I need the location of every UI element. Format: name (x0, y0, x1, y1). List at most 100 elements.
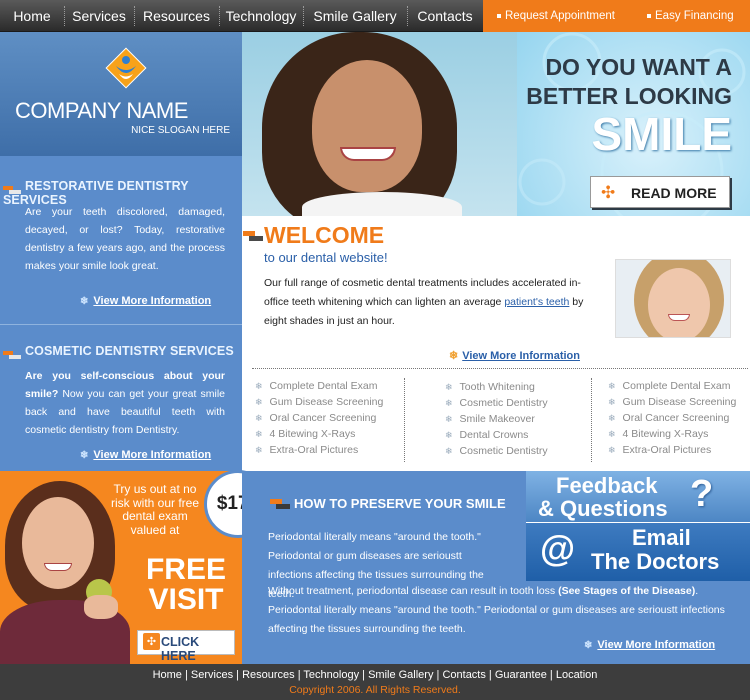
snowflake-bullet-icon: ❄ (255, 397, 263, 407)
click-here-button[interactable]: ✣ CLICK HERE (137, 630, 235, 663)
service-label: 4 Bitewing X-Rays (269, 428, 356, 440)
service-label: Dental Crowns (459, 429, 529, 441)
service-label: Extra-Oral Pictures (622, 444, 712, 456)
stages-link[interactable]: (See Stages of the Disease) (558, 585, 695, 597)
snowflake-bullet-icon: ❄ (608, 413, 616, 423)
service-label: Extra-Oral Pictures (269, 444, 359, 456)
footer-link-services[interactable]: Services (191, 669, 233, 681)
snowflake-bullet-icon: ❄ (255, 381, 263, 391)
orange-arrow-mark-icon (3, 348, 21, 359)
service-label: Smile Makeover (459, 413, 535, 425)
welcome-subtitle: to our dental website! (264, 250, 388, 265)
snowflake-bullet-icon: ❄ (445, 398, 453, 408)
snowflake-bullet-icon: ❄ (608, 397, 616, 407)
service-label: Oral Cancer Screening (622, 412, 730, 424)
snowflake-bullet-icon: ❄ (608, 381, 616, 391)
read-more-label: READ MORE (631, 185, 717, 201)
nav-services[interactable]: Services (64, 0, 134, 32)
service-item: ❄ 4 Bitewing X-Rays (255, 428, 355, 440)
preserve-paragraph-2: Without treatment, periodontal disease c… (268, 582, 746, 639)
service-item: ❄ Cosmetic Dentistry (445, 397, 548, 409)
hero-woman-photo (242, 32, 517, 216)
orange-arrow-mark-icon (270, 499, 290, 509)
hero-line-3: SMILE (591, 108, 732, 160)
promo-line: Try us out at no (113, 482, 197, 496)
restorative-services-heading: RESTORATIVE DENTISTRY SERVICES (3, 179, 242, 207)
sidebar: RESTORATIVE DENTISTRY SERVICES Are your … (0, 156, 242, 471)
preserve-more-link[interactable]: ❄ View More Information (584, 639, 715, 651)
nav-home[interactable]: Home (0, 0, 64, 32)
restorative-text: Are your teeth discolored, damaged, deca… (25, 206, 225, 272)
service-label: Complete Dental Exam (269, 380, 378, 392)
service-item: ❄ 4 Bitewing X-Rays (608, 428, 708, 440)
footer-link-resources[interactable]: Resources (242, 669, 295, 681)
footer-link-guarantee[interactable]: Guarantee (495, 669, 547, 681)
footer-link-location[interactable]: Location (556, 669, 598, 681)
footer-link-contacts[interactable]: Contacts (442, 669, 485, 681)
nav-smile-gallery[interactable]: Smile Gallery (303, 0, 407, 32)
logo-emblem-icon (105, 47, 147, 89)
promo-line: dental exam (122, 509, 188, 523)
cross-star-icon: ✣ (143, 633, 160, 650)
promo-line: valued at (130, 522, 180, 537)
snowflake-bullet-icon: ❄ (255, 413, 263, 423)
feedback-line-2: & Questions (538, 496, 668, 521)
service-label: Oral Cancer Screening (269, 412, 377, 424)
service-item: ❄ Dental Crowns (445, 429, 528, 441)
restorative-more-link[interactable]: ❄ View More Information (80, 295, 211, 307)
free-visit-title: FREE VISIT (130, 555, 242, 615)
shirt-shape (302, 192, 462, 216)
request-appointment-label: Request Appointment (505, 10, 615, 22)
face-shape (648, 268, 710, 337)
company-name: COMPANY NAME (15, 98, 188, 123)
snowflake-bullet-icon: ❄ (449, 350, 459, 362)
nav-resources[interactable]: Resources (134, 0, 219, 32)
snowflake-bullet-icon: ❄ (584, 640, 593, 651)
orange-arrow-mark-icon (243, 231, 263, 241)
service-label: 4 Bitewing X-Rays (622, 428, 709, 440)
logo-area[interactable]: COMPANY NAME NICE SLOGAN HERE (0, 32, 242, 156)
hero-banner: DO YOU WANT A BETTER LOOKING SMILE ✣ REA… (242, 32, 750, 216)
request-appointment-link[interactable]: Request Appointment (497, 0, 615, 32)
nav-contacts[interactable]: Contacts (407, 0, 483, 32)
smile-shape (340, 147, 396, 161)
read-more-button[interactable]: ✣ READ MORE (590, 176, 730, 208)
welcome-title: WELCOME (264, 222, 385, 248)
services-divider (252, 368, 748, 369)
footer: Home | Services | Resources | Technology… (0, 664, 750, 700)
nav-technology[interactable]: Technology (219, 0, 303, 32)
easy-financing-link[interactable]: Easy Financing (647, 0, 734, 32)
service-item: ❄ Extra-Oral Pictures (255, 444, 358, 456)
service-item: ❄ Smile Makeover (445, 413, 535, 425)
email-doctors-button[interactable]: @ Email The Doctors (526, 523, 750, 581)
face-shape (22, 497, 94, 589)
footer-link-home[interactable]: Home (153, 669, 182, 681)
service-item: ❄ Complete Dental Exam (608, 380, 731, 392)
cosmetic-more-link[interactable]: ❄ View More Information (80, 449, 211, 461)
service-label: Cosmetic Dentistry (459, 397, 548, 409)
column-divider (591, 378, 592, 462)
service-label: Cosmetic Dentistry (459, 445, 548, 457)
copyright-text: Copyright 2006. All Rights Reserved. (289, 684, 461, 696)
feedback-questions-button[interactable]: Feedback & Questions ? (526, 471, 750, 523)
hero-line-1: DO YOU WANT A (545, 54, 732, 80)
square-bullet-icon (647, 13, 651, 18)
footer-link-smile-gallery[interactable]: Smile Gallery (368, 669, 433, 681)
snowflake-bullet-icon: ❄ (255, 445, 263, 455)
visit-word: VISIT (148, 583, 224, 616)
service-item: ❄ Gum Disease Screening (255, 396, 383, 408)
snowflake-bullet-icon: ❄ (445, 382, 453, 392)
patients-teeth-link[interactable]: patient's teeth (504, 296, 569, 308)
footer-link-technology[interactable]: Technology (303, 669, 359, 681)
snowflake-bullet-icon: ❄ (80, 450, 89, 461)
company-slogan: NICE SLOGAN HERE (131, 125, 230, 136)
preserve-text-part: Without treatment, periodontal disease c… (268, 585, 559, 597)
service-item: ❄ Cosmetic Dentistry (445, 445, 548, 457)
hand-shape (84, 595, 118, 619)
free-word: FREE (145, 553, 226, 586)
welcome-more-link[interactable]: ❄ View More Information (449, 349, 580, 362)
preserve-more-label: View More Information (597, 639, 716, 651)
sidebar-divider (0, 324, 242, 325)
column-divider (404, 378, 405, 462)
welcome-text: Our full range of cosmetic dental treatm… (264, 274, 600, 331)
